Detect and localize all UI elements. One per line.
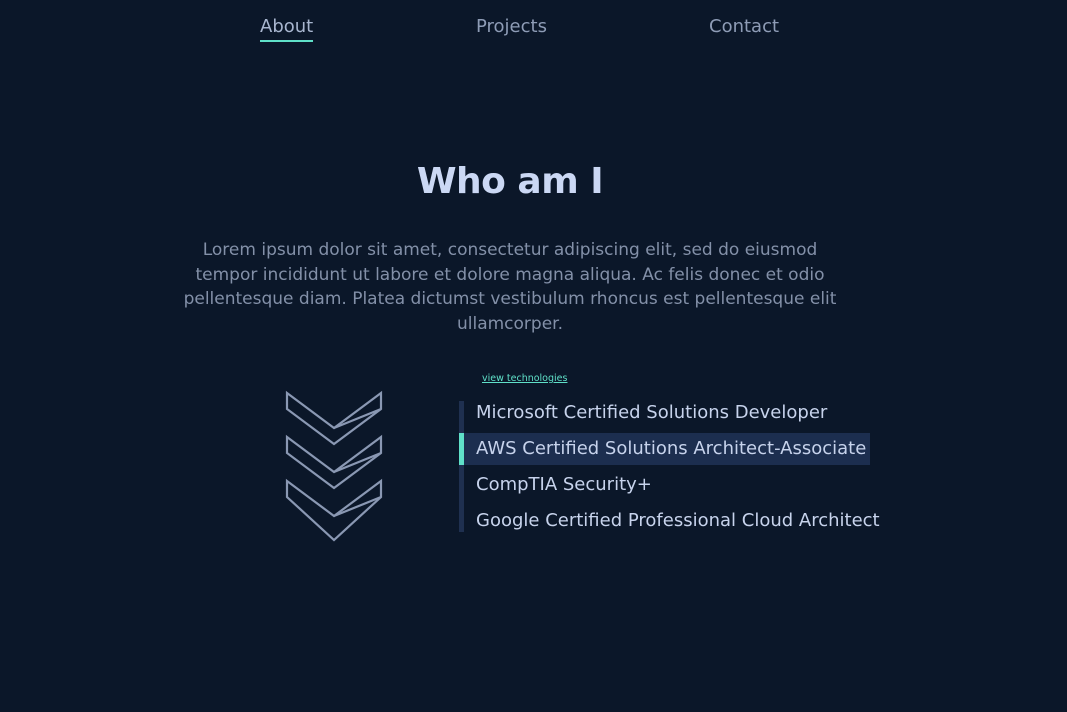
page-title: Who am I	[416, 161, 604, 202]
view-technologies-link[interactable]: view technologies	[482, 373, 567, 385]
certification-label: Google Certified Professional Cloud Arch…	[476, 510, 880, 531]
active-indicator	[459, 433, 464, 465]
certification-label: Microsoft Certified Solutions Developer	[476, 402, 828, 423]
page: About Projects Contact Who am I Lorem ip…	[0, 0, 1067, 712]
nav-link-about[interactable]: About	[260, 14, 314, 42]
nav-link-projects[interactable]: Projects	[476, 14, 547, 40]
certification-list: Microsoft Certified Solutions Developer …	[459, 401, 880, 532]
certification-item[interactable]: CompTIA Security+	[459, 469, 870, 501]
certification-label: AWS Certified Solutions Architect-Associ…	[476, 438, 867, 459]
certification-label: CompTIA Security+	[476, 474, 652, 495]
bio-paragraph: Lorem ipsum dolor sit amet, consectetur …	[183, 240, 837, 334]
certification-item[interactable]: Google Certified Professional Cloud Arch…	[459, 505, 880, 537]
certification-item-active[interactable]: AWS Certified Solutions Architect-Associ…	[459, 433, 870, 465]
nav-link-contact[interactable]: Contact	[709, 14, 779, 40]
certification-item[interactable]: Microsoft Certified Solutions Developer	[459, 397, 870, 429]
chevron-stack-icon	[284, 390, 384, 544]
